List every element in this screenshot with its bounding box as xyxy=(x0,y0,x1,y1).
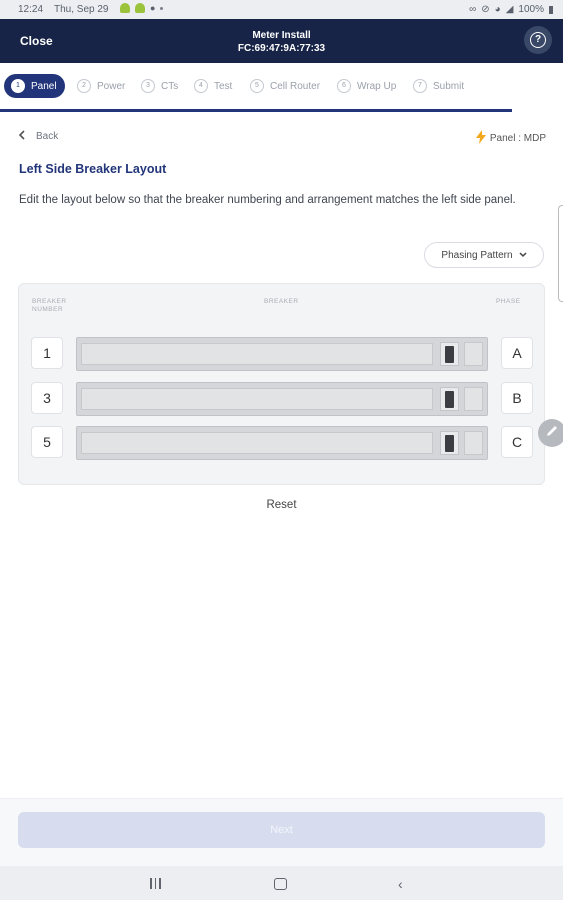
phase-field[interactable]: A xyxy=(501,337,533,369)
breaker-number-field[interactable]: 5 xyxy=(31,426,63,458)
breaker-body xyxy=(81,432,433,454)
mute-icon: ⊘ xyxy=(481,4,490,15)
system-icons: ∞ ⊘ ◕ ◢ 100% xyxy=(469,4,553,15)
question-circle-icon: ? xyxy=(530,32,546,48)
breaker-body xyxy=(81,388,433,410)
breaker-number-field[interactable]: 3 xyxy=(31,382,63,414)
panel-info: Panel : MDP xyxy=(475,130,546,147)
step-number: 3 xyxy=(141,79,155,93)
help-button[interactable]: ? xyxy=(524,26,552,54)
battery-text: 100% xyxy=(518,4,544,15)
breaker-panel: BREAKER NUMBER BREAKER PHASE 1 A 3 B 5 C xyxy=(18,283,545,485)
breaker-toggle xyxy=(440,387,459,411)
step-label: Cell Router xyxy=(270,80,321,92)
step-label: Test xyxy=(214,80,233,92)
tab-submit[interactable]: 7 Submit xyxy=(413,74,464,98)
system-nav-bar: ‹ xyxy=(0,866,563,900)
step-number: 7 xyxy=(413,79,427,93)
step-label: Power xyxy=(97,80,126,92)
app-bar: Close Meter Install FC:69:47:9A:77:33 ? xyxy=(0,19,563,63)
step-number: 6 xyxy=(337,79,351,93)
recent-apps-icon[interactable] xyxy=(150,878,161,889)
edit-button[interactable] xyxy=(538,419,563,447)
breaker-number-field[interactable]: 1 xyxy=(31,337,63,369)
step-number: 4 xyxy=(194,79,208,93)
breaker-number-header: BREAKER NUMBER xyxy=(32,298,67,313)
back-label: Back xyxy=(36,131,59,142)
lightning-icon xyxy=(475,130,486,147)
phasing-pattern-label: Phasing Pattern xyxy=(441,249,513,261)
breaker-body xyxy=(81,343,433,365)
tab-test[interactable]: 4 Test xyxy=(194,74,232,98)
breaker-handle-slot xyxy=(464,342,483,366)
step-label: Panel xyxy=(31,80,57,92)
section-title: Left Side Breaker Layout xyxy=(19,162,167,176)
breaker-header: BREAKER xyxy=(264,298,299,305)
signal-icon: ◢ xyxy=(505,4,514,15)
tab-cts[interactable]: 3 CTs xyxy=(141,74,178,98)
step-label: Wrap Up xyxy=(357,80,397,92)
breaker-toggle xyxy=(440,431,459,455)
wifi-icon: ◕ xyxy=(494,4,501,15)
notification-icons: ● xyxy=(120,3,164,13)
breaker-row: 5 C xyxy=(31,426,533,460)
phasing-pattern-dropdown[interactable]: Phasing Pattern xyxy=(424,242,544,268)
device-id: FC:69:47:9A:77:33 xyxy=(237,43,326,54)
app-title-text: Meter Install xyxy=(252,30,311,41)
side-panel-handle[interactable] xyxy=(558,205,563,302)
phase-field[interactable]: B xyxy=(501,382,533,414)
next-button[interactable]: Next xyxy=(18,812,545,848)
link-icon: ∞ xyxy=(469,4,477,15)
breaker-toggle xyxy=(440,342,459,366)
breaker-row: 1 A xyxy=(31,337,533,371)
step-progress-bar xyxy=(0,109,512,112)
status-time: 12:24 xyxy=(18,4,44,15)
step-label: Submit xyxy=(433,80,465,92)
back-button[interactable]: Back xyxy=(18,130,58,143)
app-title: Meter Install FC:69:47:9A:77:33 xyxy=(0,29,563,55)
breaker-slot[interactable] xyxy=(76,382,488,416)
back-nav-icon[interactable]: ‹ xyxy=(398,876,403,892)
breaker-slot[interactable] xyxy=(76,426,488,460)
breaker-handle-slot xyxy=(464,387,483,411)
battery-icon xyxy=(549,5,553,14)
pencil-icon xyxy=(545,424,559,443)
step-label: CTs xyxy=(161,80,179,92)
phase-field[interactable]: C xyxy=(501,426,533,458)
android-icon xyxy=(135,3,145,13)
step-number: 1 xyxy=(11,79,25,93)
breaker-slot[interactable] xyxy=(76,337,488,371)
home-icon[interactable] xyxy=(274,878,287,890)
tab-wrap-up[interactable]: 6 Wrap Up xyxy=(337,74,396,98)
footer: Next xyxy=(0,798,563,867)
step-tabs: 1 Panel 2 Power 3 CTs 4 Test 5 Cell Rout… xyxy=(0,63,563,111)
step-number: 2 xyxy=(77,79,91,93)
android-icon xyxy=(120,3,130,13)
tab-power[interactable]: 2 Power xyxy=(77,74,125,98)
breaker-handle-slot xyxy=(464,431,483,455)
phase-header: PHASE xyxy=(496,298,521,305)
location-icon: ● xyxy=(150,3,156,13)
step-number: 5 xyxy=(250,79,264,93)
status-date: Thu, Sep 29 xyxy=(54,4,109,15)
chevron-down-icon xyxy=(519,250,527,261)
panel-info-label: Panel : MDP xyxy=(489,133,546,144)
status-bar: 12:24 Thu, Sep 29 ● ∞ ⊘ ◕ ◢ 100% xyxy=(0,0,563,19)
more-notifications-icon xyxy=(160,6,164,10)
chevron-left-icon xyxy=(18,130,26,143)
breaker-row: 3 B xyxy=(31,382,533,416)
tab-cell-router[interactable]: 5 Cell Router xyxy=(250,74,320,98)
reset-button[interactable]: Reset xyxy=(0,499,563,511)
section-description: Edit the layout below so that the breake… xyxy=(19,194,516,206)
tab-panel[interactable]: 1 Panel xyxy=(4,74,65,98)
